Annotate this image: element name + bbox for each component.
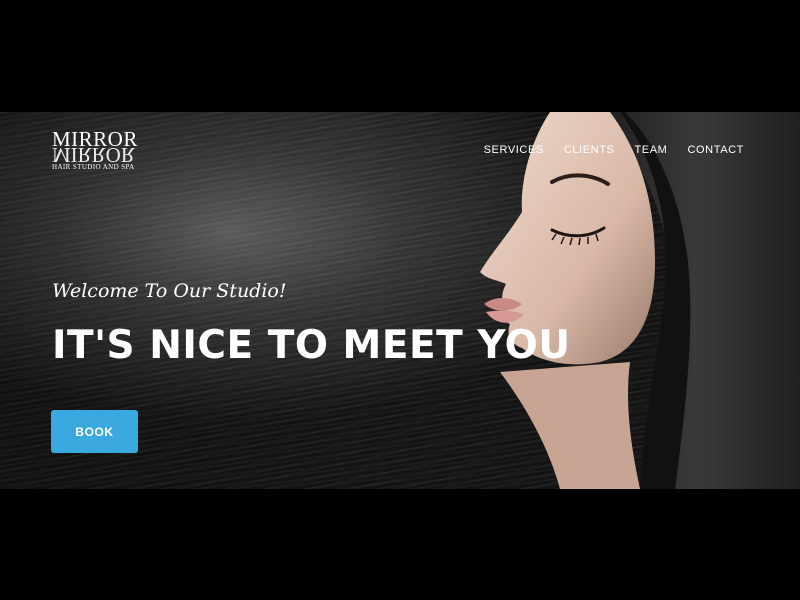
hero-tagline: Welcome To Our Studio! — [52, 280, 287, 302]
logo-reflection: MIRROR — [52, 143, 135, 167]
nav-contact[interactable]: CONTACT — [687, 144, 744, 156]
woman-with-long-hair-image — [480, 112, 800, 489]
brand-logo[interactable]: MIRROR MIRROR HAIR STUDIO AND SPA — [52, 129, 138, 172]
book-button[interactable]: BOOK — [51, 410, 138, 453]
nav-clients[interactable]: CLIENTS — [564, 144, 615, 156]
nav-services[interactable]: SERVICES — [484, 144, 544, 156]
hero-headline: IT'S NICE TO MEET YOU — [52, 323, 571, 368]
page-frame: MIRROR MIRROR HAIR STUDIO AND SPA SERVIC… — [0, 0, 800, 600]
main-nav: SERVICES CLIENTS TEAM CONTACT — [484, 144, 744, 156]
nav-team[interactable]: TEAM — [634, 144, 667, 156]
